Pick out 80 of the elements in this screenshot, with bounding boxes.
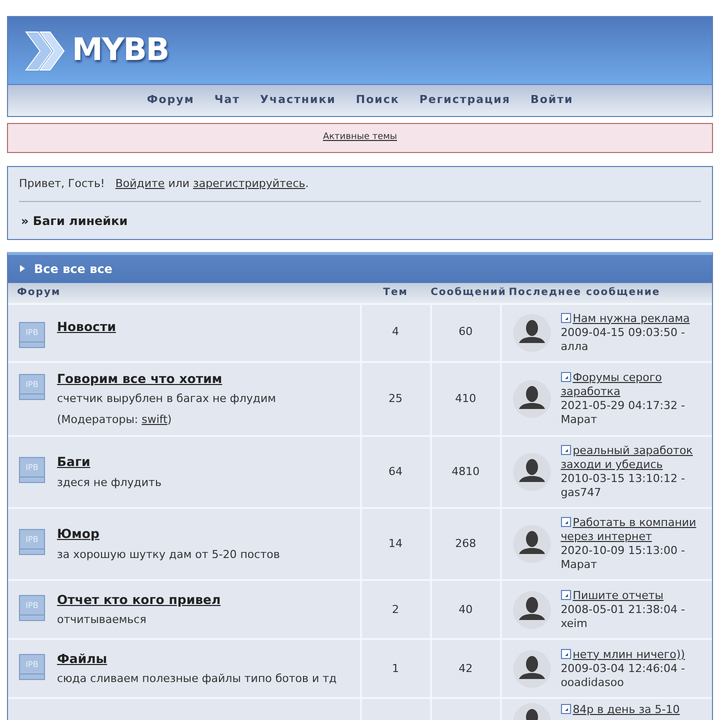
last-post-date: 2010-03-15 13:10:12 -: [560, 472, 686, 486]
topic-count: 1: [392, 662, 400, 674]
forum-title[interactable]: Говорим все что хотим: [57, 370, 222, 386]
column-header: Форум: [17, 287, 61, 298]
last-post-date: 2020-10-09 15:13:00 -: [560, 544, 686, 558]
active-topics-link[interactable]: Активные темы: [322, 131, 398, 145]
last-post-author: xeim: [560, 616, 588, 631]
nav-link[interactable]: Регистрация: [419, 92, 510, 109]
nav-link[interactable]: Участники: [260, 92, 336, 109]
topic-count: 4: [392, 325, 400, 338]
last-post-author: алла: [560, 340, 590, 354]
post-icon: [560, 648, 571, 659]
forum-icon: IPB: [19, 322, 45, 348]
forum-title[interactable]: Юмор: [57, 526, 100, 542]
post-icon: [560, 704, 571, 714]
breadcrumb-text: » Баги линейки: [20, 212, 129, 230]
forum-title[interactable]: Отчет кто кого привел: [57, 592, 221, 607]
user-avatar-icon: [512, 380, 551, 418]
last-post-link[interactable]: реальный заработок заходи и убедись: [560, 444, 705, 472]
nav-link[interactable]: Чат: [214, 92, 240, 109]
last-post-link[interactable]: 84р в день за 5-10: [560, 703, 680, 718]
forum-description: за хорошую шутку дам от 5-20 постов: [57, 546, 280, 563]
forum-title[interactable]: Новости: [57, 318, 116, 334]
topic-count: 2: [392, 602, 400, 616]
welcome-text: Привет, Гость! Войдите или зарегистрируйтесь.: [19, 176, 310, 192]
last-post-date: 2021-05-29 04:17:32 -: [560, 398, 686, 413]
forum-title[interactable]: Баги: [57, 454, 90, 470]
collapse-arrow-icon[interactable]: [20, 265, 25, 272]
post-count: 60: [458, 325, 473, 338]
last-post-date: 2009-04-15 09:03:50 -: [560, 326, 686, 340]
user-avatar-icon: [512, 314, 551, 352]
topic-count: 64: [388, 465, 403, 478]
last-post-author: Марат: [560, 412, 598, 427]
login-link[interactable]: Войдите: [115, 177, 165, 190]
topic-count: 14: [388, 537, 403, 550]
forum-icon: IPB: [19, 374, 45, 400]
post-icon: [560, 372, 571, 382]
post-count: 42: [458, 662, 473, 674]
forum-icon: IPB: [19, 654, 45, 680]
post-icon: [560, 590, 571, 600]
last-post-date: 2008-05-01 21:38:04 -: [560, 602, 685, 617]
column-header: Сообщений: [430, 287, 506, 298]
forum-description: отчитываемься: [57, 612, 148, 628]
nav-link[interactable]: Поиск: [356, 92, 400, 109]
forum-description: счетчик вырублен в багах не флудим: [57, 391, 276, 408]
forum-icon: IPB: [19, 529, 45, 556]
last-post-link[interactable]: Работать в компании через интернет: [560, 516, 705, 544]
forum-icon: IPB: [19, 594, 45, 621]
forum-description: сюда сливаем полезные файлы типо ботов и тд: [57, 671, 337, 688]
last-post-author: Марат: [560, 558, 598, 572]
post-count: 268: [455, 537, 476, 550]
user-avatar-icon: [512, 590, 551, 629]
last-post-link[interactable]: Нам нужна реклама: [560, 312, 690, 326]
moderators-text: (Модераторы: swift): [57, 412, 173, 428]
post-icon: [560, 312, 571, 322]
category-title: Все все все: [34, 260, 112, 278]
user-avatar-icon: [512, 453, 551, 492]
nav-link[interactable]: Войти: [530, 92, 574, 109]
forum-description: здеся не флудить: [57, 474, 162, 491]
topic-count: 25: [388, 392, 403, 405]
moderator-link[interactable]: swift: [142, 412, 168, 426]
post-icon: [560, 517, 571, 528]
register-link[interactable]: зарегистрируйтесь: [193, 177, 306, 190]
last-post-link[interactable]: Форумы серого заработка: [560, 370, 705, 399]
user-avatar-icon: [512, 525, 551, 564]
last-post-date: 2009-03-04 12:46:04 -: [560, 662, 685, 676]
last-post-author: ooadidasoo: [560, 676, 625, 690]
column-header: Последнее сообщение: [508, 287, 660, 298]
post-icon: [560, 445, 571, 456]
user-avatar-icon: [512, 650, 551, 688]
post-count: 40: [458, 602, 473, 616]
forum-icon: IPB: [19, 457, 45, 484]
column-header: Тем: [383, 287, 408, 298]
last-post-link[interactable]: нету млин ничего)): [560, 648, 685, 662]
nav-link[interactable]: Форум: [146, 92, 194, 109]
post-count: 410: [455, 392, 476, 405]
last-post-author: gas747: [560, 486, 602, 500]
last-post-link[interactable]: Пишите отчеты: [560, 588, 685, 603]
forum-title[interactable]: Файлы: [57, 650, 108, 666]
post-count: 4810: [452, 465, 480, 478]
